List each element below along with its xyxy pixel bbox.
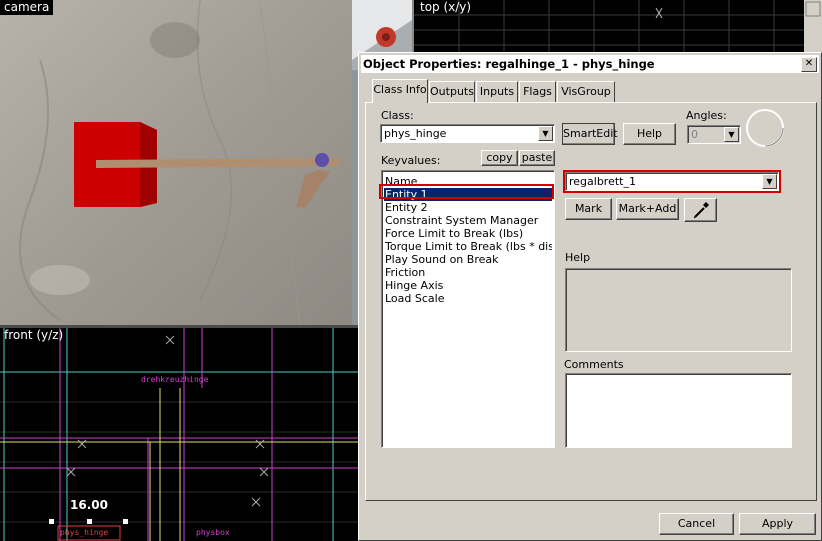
angles-dial-icon[interactable] [745,108,785,148]
comments-textarea[interactable] [565,373,792,448]
front-viewport[interactable]: front (y/z) drehkreuzhinge 16.00 phys_hi… [0,328,358,541]
value-combo-text: regalbrett_1 [569,175,636,188]
list-item[interactable]: Load Scale [385,292,444,305]
close-button[interactable]: ✕ [801,57,817,72]
list-item[interactable]: Friction [385,266,425,279]
chevron-down-icon[interactable]: ▼ [538,126,553,141]
mark-add-button[interactable]: Mark+Add [616,198,679,220]
smartedit-button[interactable]: SmartEdit [562,123,618,145]
dialog-titlebar[interactable]: Object Properties: regalhinge_1 - phys_h… [361,55,819,73]
eyedropper-button[interactable] [684,198,717,222]
comments-label: Comments [564,358,624,371]
top-grid [414,0,822,52]
top-viewport[interactable]: top (x/y) [412,0,822,52]
keyvalues-list[interactable]: Name Entity 1 Entity 2 Constraint System… [381,170,555,448]
front-hinge-label: phys_hinge [60,528,109,537]
chevron-down-icon[interactable]: ▼ [762,174,777,189]
front-measure-label: 16.00 [70,498,108,512]
list-item[interactable]: Entity 2 [385,201,428,214]
help-button[interactable]: Help [623,123,676,145]
angles-value: 0 [691,128,698,141]
object-properties-dialog: Object Properties: regalhinge_1 - phys_h… [358,52,822,541]
front-grid [0,328,358,541]
camera-viewport[interactable]: camera [0,0,352,325]
list-item[interactable]: Play Sound on Break [385,253,498,266]
chevron-down-icon[interactable]: ▼ [724,127,739,142]
list-item-selected[interactable]: Entity 1 [384,188,552,201]
tab-visgroup[interactable]: VisGroup [557,81,615,102]
camera-scene [0,0,352,325]
top-viewport-label: top (x/y) [420,0,472,14]
front-entity-label: drehkreuzhinge [141,375,209,384]
tab-inputs[interactable]: Inputs [476,81,518,102]
apply-button[interactable]: Apply [739,513,816,535]
front-physbox-label: physbox [196,528,230,537]
tab-class-info[interactable]: Class Info [372,79,428,103]
value-combo[interactable]: regalbrett_1 ▼ [565,172,779,191]
tab-outputs[interactable]: Outputs [429,81,475,102]
cancel-button[interactable]: Cancel [659,513,734,535]
keyvalues-label: Keyvalues: [381,154,441,167]
list-item[interactable]: Hinge Axis [385,279,443,292]
help-text-area [565,268,792,352]
list-item[interactable]: Torque Limit to Break (lbs * distance) [385,240,552,253]
copy-button[interactable]: copy [481,150,518,166]
class-label: Class: [381,109,414,122]
list-item[interactable]: Name [385,175,417,188]
angles-label: Angles: [686,109,727,122]
mark-button[interactable]: Mark [565,198,612,220]
list-item[interactable]: Constraint System Manager [385,214,538,227]
list-item[interactable]: Force Limit to Break (lbs) [385,227,523,240]
camera-viewport-label: camera [0,0,54,15]
class-combo[interactable]: phys_hinge ▼ [380,124,555,143]
tab-flags[interactable]: Flags [519,81,556,102]
dialog-title: Object Properties: regalhinge_1 - phys_h… [363,57,655,71]
paste-button[interactable]: paste [519,150,555,166]
eyedropper-icon [693,202,709,219]
class-combo-value: phys_hinge [384,127,447,140]
front-viewport-label: front (y/z) [4,328,64,342]
help-section-label: Help [565,251,591,264]
angles-combo[interactable]: 0 ▼ [687,125,741,144]
